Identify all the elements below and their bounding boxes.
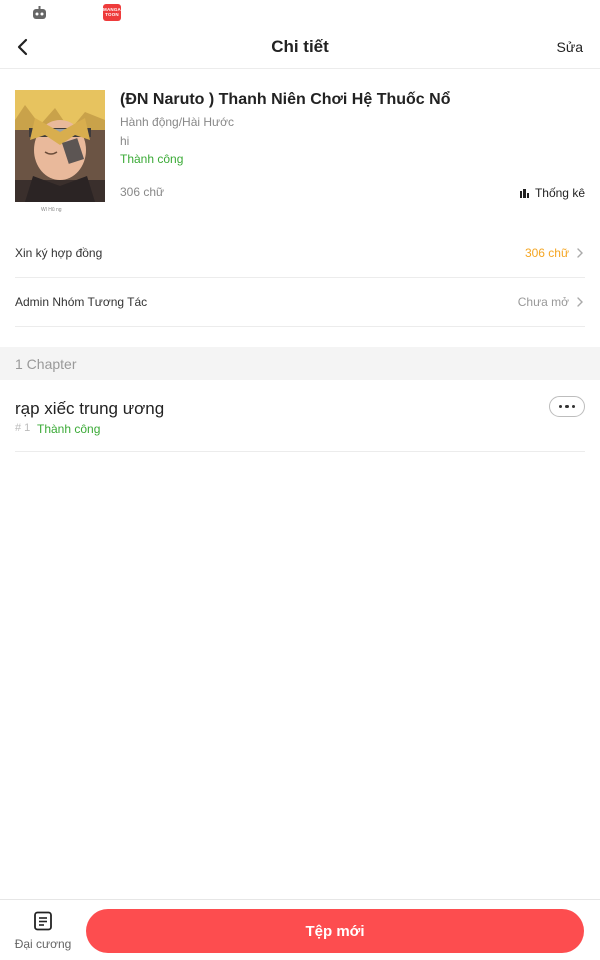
book-info: Wl Hũ ng (ĐN Naruto ) Thanh Niên Chơi Hệ…	[15, 90, 585, 213]
chapter-number: # 1	[15, 422, 31, 434]
contract-row[interactable]: Xin ký hợp đồng 306 chữ	[15, 229, 585, 278]
dot-icon	[571, 404, 576, 409]
edit-button[interactable]: Sửa	[557, 39, 584, 55]
more-options-button[interactable]	[549, 396, 585, 417]
bot-notification-icon	[33, 6, 46, 19]
stats-label: Thống kê	[534, 186, 585, 200]
admin-group-row[interactable]: Admin Nhóm Tương Tác Chưa mở	[15, 278, 585, 327]
page-title: Chi tiết	[271, 37, 329, 56]
book-description: hi	[120, 134, 130, 148]
chevron-right-icon	[577, 297, 583, 307]
top-bar: Chi tiết Sửa	[0, 26, 600, 69]
book-status: Thành công	[120, 152, 184, 166]
admin-group-value: Chưa mở	[517, 295, 569, 309]
list-item[interactable]: rạp xiếc trung ương # 1 Thành công	[15, 381, 585, 452]
book-cover[interactable]	[15, 90, 105, 202]
chevron-right-icon	[577, 248, 583, 258]
bar-chart-icon	[519, 188, 530, 198]
document-icon	[34, 911, 52, 931]
stats-button[interactable]: Thống kê	[519, 186, 585, 200]
dot-icon	[558, 404, 563, 409]
chapter-status: Thành công	[37, 422, 101, 436]
chapter-count: 1 Chapter	[15, 356, 77, 372]
new-file-button[interactable]: Tệp mới	[86, 909, 584, 953]
admin-group-label: Admin Nhóm Tương Tác	[15, 295, 148, 309]
book-title: (ĐN Naruto ) Thanh Niên Chơi Hệ Thuốc Nổ	[120, 91, 451, 108]
outline-label: Đại cương	[14, 937, 72, 951]
status-bar: MANGA TOON	[0, 0, 600, 26]
outline-button[interactable]: Đại cương	[9, 910, 77, 954]
bottom-bar: Đại cương Tệp mới	[0, 899, 600, 960]
contract-label: Xin ký hợp đồng	[15, 246, 103, 260]
contract-value: 306 chữ	[524, 246, 569, 260]
dot-icon	[565, 404, 569, 409]
book-genre: Hành động/Hài Hước	[120, 115, 234, 129]
chapter-title: rạp xiếc trung ương	[15, 399, 165, 418]
mangatoon-app-icon: MANGA TOON	[103, 4, 121, 21]
cover-caption: Wl Hũ ng	[41, 207, 62, 213]
book-word-count: 306 chữ	[120, 185, 165, 199]
chapter-count-header: 1 Chapter	[0, 347, 600, 380]
